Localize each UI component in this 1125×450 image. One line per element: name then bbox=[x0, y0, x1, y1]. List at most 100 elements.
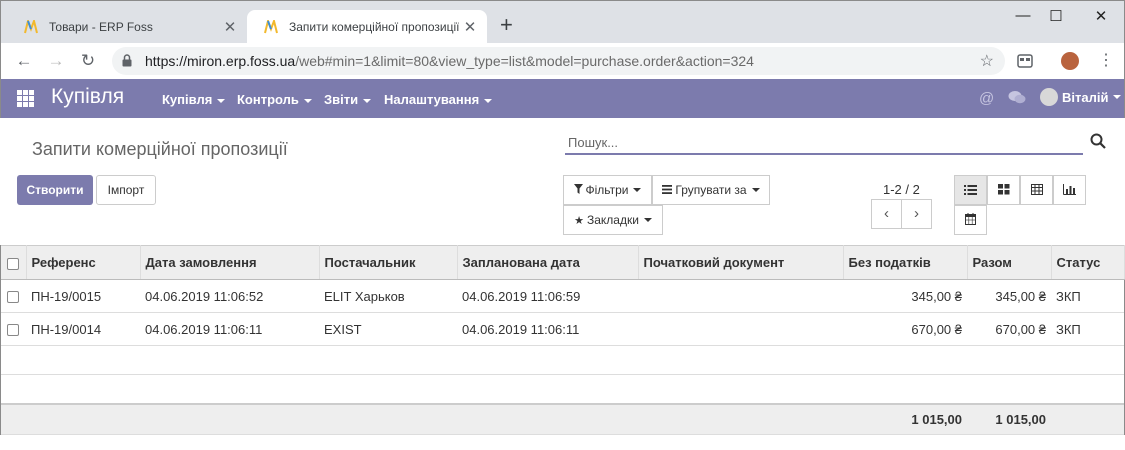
favorites-button[interactable]: ★ Закладки bbox=[563, 205, 663, 235]
table-grid-icon bbox=[1030, 183, 1043, 198]
chevron-down-icon bbox=[217, 98, 226, 103]
column-header-vendor[interactable]: Постачальник bbox=[319, 245, 458, 280]
menu-reports[interactable]: Звіти bbox=[324, 92, 372, 107]
erp-foss-favicon-icon bbox=[263, 17, 279, 34]
pager-next-button[interactable]: › bbox=[901, 199, 932, 229]
calendar-icon bbox=[965, 212, 976, 228]
column-header-untaxed[interactable]: Без податків bbox=[843, 245, 968, 280]
table-footer-row: 1 015,00 1 015,00 bbox=[1, 402, 1124, 435]
cell-total: 670,00 ₴ bbox=[967, 312, 1051, 346]
rfq-list: Референс Дата замовлення Постачальник За… bbox=[0, 245, 1125, 435]
menu-purchase[interactable]: Купівля bbox=[162, 92, 226, 107]
filters-label: Фільтри bbox=[585, 183, 629, 197]
url-path: /web#min=1&limit=80&view_type=list&model… bbox=[295, 53, 754, 69]
cell-status: ЗКП bbox=[1051, 279, 1124, 313]
cell-vendor: EXIST bbox=[319, 312, 457, 346]
main-navbar: Купівля Купівля Контроль Звіти Налаштува… bbox=[0, 79, 1125, 118]
browser-toolbar: ← → ↻ https://miron.erp.foss.ua/web#min=… bbox=[0, 43, 1125, 79]
search-icon[interactable] bbox=[1090, 133, 1108, 151]
cell-source-document bbox=[638, 279, 843, 313]
chevron-down-icon bbox=[643, 218, 652, 222]
row-checkbox[interactable] bbox=[7, 291, 19, 304]
forward-arrow-icon[interactable]: → bbox=[43, 48, 69, 74]
tab-title: Товари - ERP Foss bbox=[49, 20, 153, 34]
cell-source-document bbox=[638, 312, 843, 346]
menu-control[interactable]: Контроль bbox=[237, 92, 312, 107]
kanban-view-icon bbox=[997, 183, 1010, 198]
filters-button[interactable]: Фільтри bbox=[563, 175, 652, 205]
cell-order-date: 04.06.2019 11:06:52 bbox=[140, 279, 319, 313]
filter-icon bbox=[573, 183, 583, 197]
group-by-button[interactable]: Групувати за bbox=[652, 175, 770, 205]
calendar-view-button[interactable] bbox=[954, 205, 987, 235]
table-row[interactable]: ПН-19/0014 04.06.2019 11:06:11 EXIST 04.… bbox=[1, 312, 1124, 346]
search-bar bbox=[565, 131, 1108, 155]
apps-grid-icon[interactable] bbox=[17, 90, 34, 107]
empty-cell bbox=[1, 345, 1124, 375]
search-input[interactable] bbox=[565, 131, 1083, 155]
footer-total-sum: 1 015,00 bbox=[967, 402, 1051, 435]
reload-icon[interactable]: ↻ bbox=[75, 48, 101, 74]
pager-previous-button[interactable]: ‹ bbox=[871, 199, 902, 229]
chevron-down-icon bbox=[751, 188, 760, 192]
erp-foss-favicon-icon bbox=[23, 17, 39, 34]
footer-status-spacer bbox=[1051, 402, 1124, 435]
select-all-checkbox[interactable] bbox=[7, 257, 19, 270]
back-arrow-icon[interactable]: ← bbox=[11, 48, 37, 74]
user-menu[interactable]: Віталій bbox=[1040, 88, 1122, 106]
graph-view-button[interactable] bbox=[1053, 175, 1086, 205]
column-header-planned-date[interactable]: Запланована дата bbox=[457, 245, 639, 280]
close-window-button[interactable]: ✕ bbox=[1078, 7, 1124, 25]
extension-icon[interactable] bbox=[1016, 52, 1034, 70]
favorites-label: Закладки bbox=[586, 213, 639, 227]
tab-title: Запити комерційної пропозиції bbox=[289, 20, 459, 34]
cell-planned-date: 04.06.2019 11:06:11 bbox=[457, 312, 638, 346]
browser-menu-icon[interactable]: ⋮ bbox=[1097, 52, 1115, 70]
menu-purchase-label: Купівля bbox=[162, 92, 213, 107]
kanban-view-button[interactable] bbox=[987, 175, 1020, 205]
footer-untaxed-sum: 1 015,00 bbox=[843, 402, 967, 435]
close-tab-icon[interactable]: ✕ bbox=[219, 18, 241, 36]
row-select-cell bbox=[1, 312, 26, 346]
profile-avatar-icon[interactable] bbox=[1061, 52, 1079, 70]
pivot-view-button[interactable] bbox=[1020, 175, 1053, 205]
column-header-order-date[interactable]: Дата замовлення bbox=[140, 245, 320, 280]
pager-value[interactable]: 1-2 / 2 bbox=[883, 182, 920, 197]
chevron-down-icon bbox=[484, 98, 493, 103]
browser-tab-products[interactable]: Товари - ERP Foss ✕ bbox=[7, 10, 247, 44]
chat-icon[interactable] bbox=[1008, 90, 1026, 109]
cell-reference: ПН-19/0015 bbox=[26, 279, 140, 313]
at-sign-icon[interactable]: @ bbox=[979, 90, 994, 107]
avatar bbox=[1040, 88, 1058, 106]
create-button[interactable]: Створити bbox=[17, 175, 93, 205]
table-header-row: Референс Дата замовлення Постачальник За… bbox=[1, 245, 1125, 280]
empty-cell bbox=[1, 375, 1124, 404]
bookmark-star-icon[interactable]: ☆ bbox=[980, 51, 994, 71]
browser-tab-rfq[interactable]: Запити комерційної пропозиції ✕ bbox=[247, 10, 487, 44]
column-header-source-document[interactable]: Початковий документ bbox=[638, 245, 844, 280]
chevron-down-icon bbox=[363, 98, 372, 103]
column-header-reference[interactable]: Референс bbox=[26, 245, 141, 280]
cell-untaxed: 670,00 ₴ bbox=[843, 312, 967, 346]
menu-settings[interactable]: Налаштування bbox=[384, 92, 493, 107]
empty-row bbox=[1, 345, 1124, 375]
row-checkbox[interactable] bbox=[7, 324, 19, 337]
table-row[interactable]: ПН-19/0015 04.06.2019 11:06:52 ELIT Харь… bbox=[1, 279, 1124, 313]
menu-reports-label: Звіти bbox=[324, 92, 359, 107]
select-all-cell bbox=[1, 245, 27, 280]
maximize-button[interactable]: ☐ bbox=[1033, 7, 1079, 25]
close-tab-icon[interactable]: ✕ bbox=[459, 18, 481, 36]
address-bar[interactable]: https://miron.erp.foss.ua/web#min=1&limi… bbox=[112, 47, 1005, 75]
cell-vendor: ELIT Харьков bbox=[319, 279, 457, 313]
list-view-button[interactable] bbox=[954, 175, 987, 205]
new-tab-button[interactable]: + bbox=[500, 14, 513, 36]
app-title: Купівля bbox=[51, 85, 125, 108]
lock-icon bbox=[122, 54, 132, 67]
group-by-label: Групувати за bbox=[675, 183, 747, 197]
bar-chart-icon bbox=[1063, 183, 1076, 198]
column-header-total[interactable]: Разом bbox=[967, 245, 1052, 280]
column-header-status[interactable]: Статус bbox=[1051, 245, 1125, 280]
cell-reference: ПН-19/0014 bbox=[26, 312, 140, 346]
import-button[interactable]: Імпорт bbox=[96, 175, 156, 205]
menu-settings-label: Налаштування bbox=[384, 92, 480, 107]
